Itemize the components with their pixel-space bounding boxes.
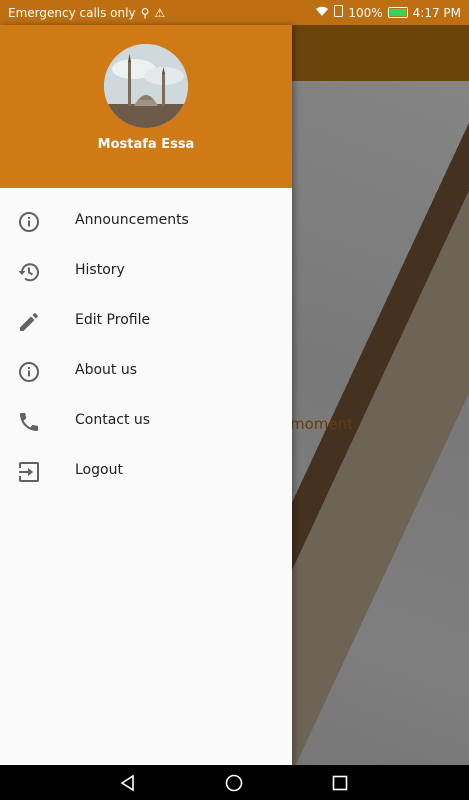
system-nav-bar <box>0 765 469 800</box>
drawer-header: Mostafa Essa <box>0 25 292 188</box>
warning-icon: ⚠ <box>154 5 166 20</box>
info-icon <box>17 210 41 234</box>
menu-item-edit-profile[interactable]: Edit Profile <box>0 296 292 346</box>
avatar[interactable] <box>104 44 188 128</box>
battery-icon <box>387 7 408 18</box>
user-name: Mostafa Essa <box>97 137 195 152</box>
menu-item-label: Edit Profile <box>75 312 151 328</box>
phone-icon <box>17 410 41 434</box>
battery-percent: 100% <box>348 5 383 20</box>
history-icon <box>17 260 41 284</box>
drawer-menu: Announcements History Edit Profile About… <box>0 188 292 496</box>
status-bar: Emergency calls only ⚲ ⚠ 100% 4:17 PM <box>0 0 469 25</box>
clock: 4:17 PM <box>412 5 461 20</box>
menu-item-label: About us <box>75 362 138 378</box>
menu-item-logout[interactable]: Logout <box>0 446 292 496</box>
menu-item-announcements[interactable]: Announcements <box>0 196 292 246</box>
pencil-icon <box>17 310 41 334</box>
navigation-drawer: Mostafa Essa Announcements History Edit … <box>0 25 292 765</box>
sim-icon <box>334 5 344 20</box>
menu-item-contact-us[interactable]: Contact us <box>0 396 292 446</box>
recents-icon[interactable] <box>330 773 350 793</box>
wifi-icon <box>315 5 329 20</box>
info-icon <box>17 360 41 384</box>
home-icon[interactable] <box>224 773 244 793</box>
menu-item-label: Announcements <box>75 212 189 228</box>
menu-item-label: Contact us <box>75 412 151 428</box>
back-icon[interactable] <box>118 773 138 793</box>
logout-icon <box>17 460 41 484</box>
menu-item-label: Logout <box>75 462 123 478</box>
menu-item-about-us[interactable]: About us <box>0 346 292 396</box>
menu-item-label: History <box>75 262 125 278</box>
carrier-text: Emergency calls only <box>8 5 136 20</box>
usb-icon: ⚲ <box>140 5 150 20</box>
menu-item-history[interactable]: History <box>0 246 292 296</box>
